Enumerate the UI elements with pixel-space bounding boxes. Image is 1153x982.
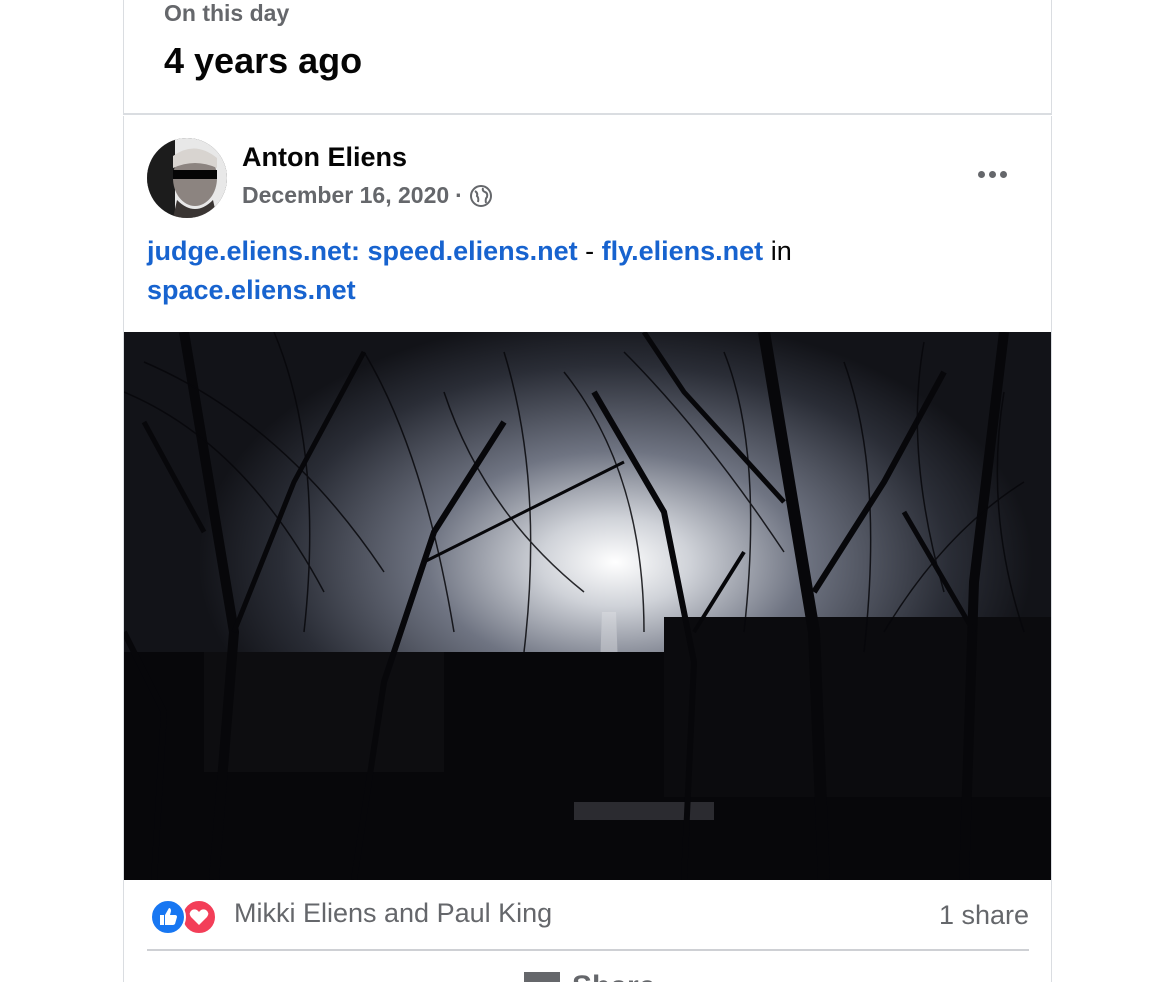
text-separator: - <box>577 236 602 266</box>
globe-icon <box>469 184 493 208</box>
like-icon <box>150 899 186 935</box>
reactions-row: Mikki Eliens and Paul King 1 share <box>147 896 1029 938</box>
author-name[interactable]: Anton Eliens <box>242 142 407 173</box>
years-ago-title: 4 years ago <box>164 40 363 81</box>
reaction-icons[interactable] <box>150 899 222 935</box>
share-count[interactable]: 1 share <box>939 900 1029 931</box>
share-icon <box>524 972 560 982</box>
link-judge-speed[interactable]: judge.eliens.net: speed.eliens.net <box>147 236 578 266</box>
memory-header-card: On this day 4 years ago <box>123 0 1052 115</box>
on-this-day-label: On this day <box>164 0 290 26</box>
reaction-names[interactable]: Mikki Eliens and Paul King <box>234 898 552 929</box>
more-options-icon[interactable] <box>972 162 1012 186</box>
link-fly[interactable]: fly.eliens.net <box>602 236 764 266</box>
love-icon <box>181 899 217 935</box>
text-in: in <box>763 236 792 266</box>
post-card: Anton Eliens December 16, 2020 · judge.e… <box>123 116 1052 982</box>
share-label: Share <box>572 972 655 982</box>
post-meta: December 16, 2020 · <box>242 182 493 209</box>
post-photo[interactable] <box>124 332 1051 880</box>
link-space[interactable]: space.eliens.net <box>147 275 356 305</box>
post-text: judge.eliens.net: speed.eliens.net - fly… <box>147 232 1027 310</box>
share-button[interactable]: Share <box>524 972 655 982</box>
action-divider <box>147 949 1029 951</box>
author-avatar[interactable] <box>147 138 227 218</box>
post-date[interactable]: December 16, 2020 <box>242 182 449 209</box>
meta-separator: · <box>455 182 463 208</box>
